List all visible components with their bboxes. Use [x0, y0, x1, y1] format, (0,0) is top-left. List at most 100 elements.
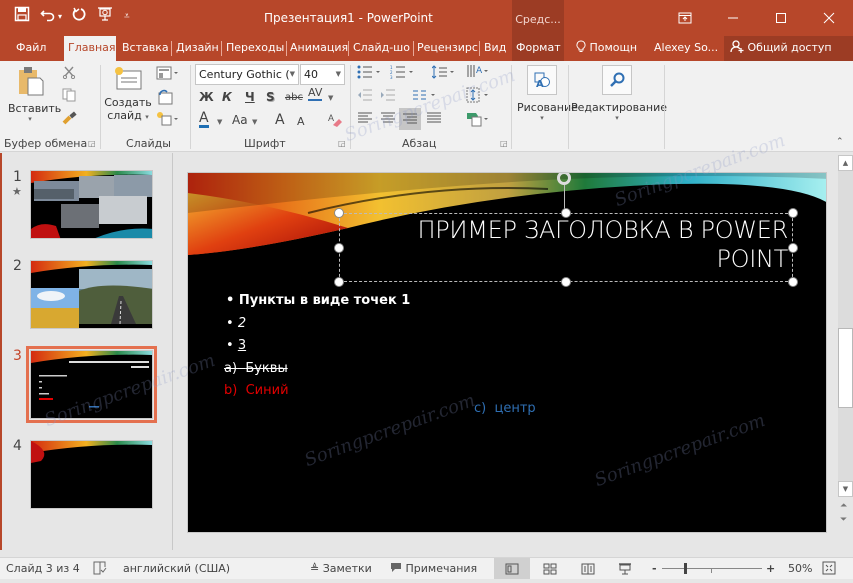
shrink-font-button[interactable]: A	[297, 114, 305, 130]
text-direction-icon[interactable]: A	[466, 63, 490, 83]
language-indicator[interactable]: английский (США)	[123, 562, 230, 575]
bold-button[interactable]: Ж	[199, 89, 214, 105]
zoom-out-button[interactable]: -	[652, 562, 657, 575]
zoom-in-button[interactable]: +	[766, 562, 775, 575]
fit-to-window-button[interactable]	[822, 561, 836, 578]
reading-view-button[interactable]	[581, 563, 595, 578]
tab-view[interactable]: Вид	[480, 36, 510, 61]
font-color-button[interactable]: A	[199, 111, 209, 128]
clear-formatting-icon[interactable]: A	[327, 112, 343, 132]
zoom-slider-track[interactable]	[662, 568, 762, 569]
new-slide-button[interactable]: Создать слайд ▾	[104, 65, 152, 131]
scroll-thumb[interactable]	[838, 328, 853, 408]
slide-sorter-button[interactable]	[543, 563, 557, 578]
increase-indent-icon[interactable]	[380, 89, 396, 105]
chevron-down-icon[interactable]: ▼	[328, 90, 333, 106]
slide-thumbnail-3[interactable]	[26, 346, 157, 423]
clipboard-launcher-icon[interactable]: ◲	[88, 139, 96, 148]
numbering-icon[interactable]: 123	[390, 65, 416, 83]
close-button[interactable]	[805, 0, 853, 36]
character-spacing-button[interactable]: AV	[308, 87, 323, 101]
slide-thumbnail-1[interactable]	[30, 170, 153, 239]
zoom-level[interactable]: 50%	[788, 562, 812, 575]
chevron-down-icon[interactable]: ▼	[252, 114, 257, 130]
font-launcher-icon[interactable]: ◲	[338, 139, 346, 148]
slide-thumbnail-2[interactable]	[30, 260, 153, 329]
layout-icon[interactable]	[156, 66, 180, 84]
slideshow-view-button[interactable]	[618, 562, 632, 579]
font-size-combobox[interactable]: 40 ▼	[300, 64, 345, 85]
shadow-button[interactable]: S	[266, 89, 275, 105]
ribbon-display-options-icon[interactable]	[661, 0, 709, 36]
spellcheck-icon[interactable]	[92, 560, 108, 579]
body-placeholder[interactable]: • Пункты в виде точек 1 • 2 • 3 a) Буквы…	[224, 290, 526, 403]
paragraph-launcher-icon[interactable]: ◲	[500, 139, 508, 148]
copy-icon[interactable]	[62, 88, 78, 106]
chevron-down-icon[interactable]: ▼	[217, 114, 222, 130]
tab-transitions[interactable]: Переходы	[222, 36, 288, 61]
decrease-indent-icon[interactable]	[357, 89, 373, 105]
previous-slide-button[interactable]: ⏶	[840, 501, 847, 511]
resize-handle-s[interactable]	[561, 277, 571, 287]
maximize-button[interactable]	[757, 0, 805, 36]
justify-icon[interactable]	[426, 112, 442, 128]
resize-handle-e[interactable]	[788, 243, 798, 253]
redo-icon[interactable]	[72, 6, 86, 28]
grow-font-button[interactable]: A	[275, 112, 285, 128]
current-slide[interactable]: ПРИМЕР ЗАГОЛОВКА В POWER POINT • Пункты …	[187, 172, 827, 533]
share-button[interactable]: Общий доступ	[724, 36, 853, 61]
minimize-button[interactable]	[709, 0, 757, 36]
slide-thumbnail-4[interactable]	[30, 440, 153, 509]
editing-button[interactable]: Редактирование ▾	[571, 65, 667, 131]
tab-insert[interactable]: Вставка	[118, 36, 173, 61]
save-icon[interactable]	[14, 6, 30, 28]
collapse-ribbon-icon[interactable]: ⌃	[836, 137, 844, 147]
undo-dropdown-icon[interactable]: ▾	[58, 7, 62, 27]
resize-handle-n[interactable]	[561, 208, 571, 218]
align-left-icon[interactable]	[357, 112, 373, 128]
title-placeholder[interactable]: ПРИМЕР ЗАГОЛОВКА В POWER POINT	[339, 213, 793, 282]
italic-button[interactable]: К	[222, 89, 232, 105]
convert-to-smartart-icon[interactable]	[466, 110, 490, 132]
tab-review[interactable]: Рецензирс	[413, 36, 479, 61]
align-text-icon[interactable]	[466, 87, 490, 107]
comments-button[interactable]: Примечания	[390, 562, 477, 575]
tab-design[interactable]: Дизайн	[172, 36, 223, 61]
next-slide-button[interactable]: ⏷	[840, 515, 847, 525]
start-slideshow-icon[interactable]	[96, 6, 114, 28]
resize-handle-nw[interactable]	[334, 208, 344, 218]
zoom-slider-thumb[interactable]	[684, 563, 687, 574]
normal-view-button[interactable]	[494, 558, 530, 579]
customize-qat-icon[interactable]: ⩡	[124, 7, 130, 27]
paste-button[interactable]: Вставить ▾	[8, 65, 61, 131]
tab-format[interactable]: Формат	[512, 36, 564, 61]
undo-icon[interactable]	[40, 6, 56, 28]
underline-button[interactable]: Ч	[245, 89, 255, 105]
scroll-track[interactable]	[838, 171, 853, 481]
tab-animations[interactable]: Анимация	[286, 36, 348, 61]
bullets-icon[interactable]	[357, 65, 383, 83]
vertical-scrollbar[interactable]: ▲ ▼ ⏶ ⏷	[838, 153, 853, 550]
tab-file[interactable]: Файл	[12, 36, 50, 61]
align-right-icon[interactable]	[399, 108, 421, 130]
tab-tell-me[interactable]: Помощн	[572, 36, 641, 61]
reset-slide-icon[interactable]	[156, 89, 174, 109]
strikethrough-button[interactable]: abc	[285, 90, 303, 106]
notes-button[interactable]: ≜ Заметки	[310, 562, 372, 575]
format-painter-icon[interactable]	[62, 111, 78, 129]
change-case-button[interactable]: Aa	[232, 112, 248, 128]
section-icon[interactable]	[156, 111, 180, 131]
resize-handle-ne[interactable]	[788, 208, 798, 218]
user-account[interactable]: Alexey So...	[650, 36, 722, 61]
scroll-down-button[interactable]: ▼	[838, 481, 853, 497]
tab-slideshow[interactable]: Слайд-шо	[349, 36, 413, 61]
align-center-icon[interactable]	[380, 112, 396, 128]
resize-handle-se[interactable]	[788, 277, 798, 287]
tab-home[interactable]: Главная	[64, 36, 116, 61]
columns-icon[interactable]	[412, 89, 438, 105]
drawing-button[interactable]: A Рисование ▾	[517, 65, 578, 131]
cut-icon[interactable]	[62, 65, 76, 83]
line-spacing-icon[interactable]	[431, 65, 456, 83]
resize-handle-w[interactable]	[334, 243, 344, 253]
scroll-up-button[interactable]: ▲	[838, 155, 853, 171]
